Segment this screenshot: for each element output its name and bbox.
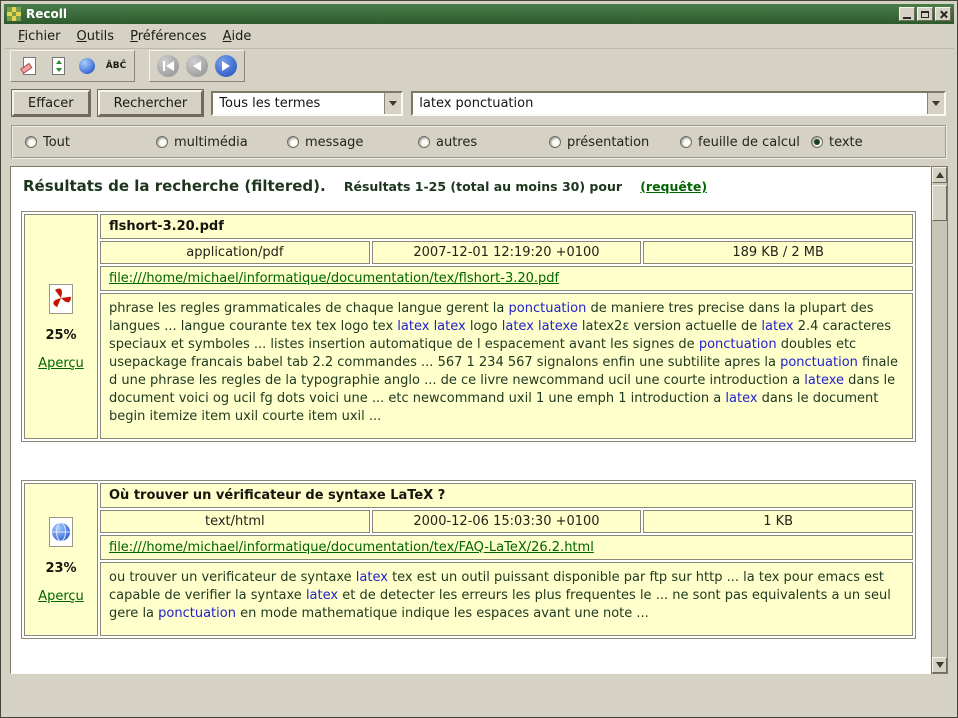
minimize-button[interactable] xyxy=(899,7,915,21)
radio-icon[interactable] xyxy=(418,136,430,148)
result-size: 189 KB / 2 MB xyxy=(643,241,913,264)
close-icon xyxy=(939,10,948,19)
menu-aide[interactable]: Aide xyxy=(215,26,260,47)
blue-globe-icon[interactable] xyxy=(74,53,100,79)
result-item-1: 25% Aperçu flshort-3.20.pdf application/… xyxy=(21,211,916,442)
result-url-link[interactable]: file:///home/michael/informatique/docume… xyxy=(109,540,594,555)
recoll-app-icon xyxy=(7,7,21,21)
sort-by-dates-icon[interactable] xyxy=(45,53,71,79)
result-item-2: 23% Aperçu Où trouver un vérificateur de… xyxy=(21,480,916,639)
result-date: 2000-12-06 15:03:30 +0100 xyxy=(372,510,642,533)
vertical-scrollbar[interactable] xyxy=(931,166,948,674)
filter-presentation[interactable]: présentation xyxy=(549,135,680,150)
scrollbar-thumb[interactable] xyxy=(932,185,947,221)
scroll-down-icon[interactable] xyxy=(932,657,947,673)
statusbar xyxy=(4,674,954,714)
filter-feuille-de-calcul[interactable]: feuille de calcul xyxy=(680,135,811,150)
query-link[interactable]: (requête) xyxy=(640,179,707,194)
search-mode-value: Tous les termes xyxy=(213,96,384,111)
result-abstract: ou trouver un verificateur de syntaxe la… xyxy=(100,562,913,636)
toolbar-tools-group: ÂBĈ xyxy=(10,50,135,82)
titlebar[interactable]: Recoll xyxy=(4,4,954,24)
filter-texte[interactable]: texte xyxy=(811,135,863,150)
next-page-icon[interactable] xyxy=(213,53,239,79)
term-explorer-icon[interactable]: ÂBĈ xyxy=(103,53,129,79)
result-side-panel: 23% Aperçu xyxy=(24,483,98,636)
close-button[interactable] xyxy=(935,7,951,21)
results-region: Résultats de la recherche (filtered). Ré… xyxy=(10,166,948,674)
result-size: 1 KB xyxy=(643,510,913,533)
preview-link[interactable]: Aperçu xyxy=(38,589,84,604)
first-page-icon[interactable] xyxy=(155,53,181,79)
radio-icon[interactable] xyxy=(25,136,37,148)
minimize-icon xyxy=(903,17,911,19)
scroll-up-icon[interactable] xyxy=(932,167,947,183)
result-abstract: phrase les regles grammaticales de chaqu… xyxy=(100,293,913,439)
radio-icon[interactable] xyxy=(680,136,692,148)
doctype-filterbar: Tout multimédia message autres présentat… xyxy=(11,125,947,159)
radio-icon[interactable] xyxy=(549,136,561,148)
chevron-down-icon[interactable] xyxy=(927,93,944,114)
menubar: Fichier Outils Préférences Aide xyxy=(4,24,954,48)
result-title: Où trouver un vérificateur de syntaxe La… xyxy=(100,483,913,508)
scrollbar-track[interactable] xyxy=(932,183,947,657)
clear-search-icon[interactable] xyxy=(16,53,42,79)
results-summary: Résultats 1-25 (total au moins 30) pour xyxy=(344,179,622,194)
result-side-panel: 25% Aperçu xyxy=(24,214,98,439)
search-button[interactable]: Rechercher xyxy=(98,90,204,116)
chevron-down-icon[interactable] xyxy=(384,93,401,114)
search-mode-combobox[interactable]: Tous les termes xyxy=(211,91,403,116)
result-url-link[interactable]: file:///home/michael/informatique/docume… xyxy=(109,271,559,286)
relevance-percent: 25% xyxy=(45,328,76,343)
filter-message[interactable]: message xyxy=(287,135,418,150)
pdf-file-icon xyxy=(46,283,76,315)
search-query-input[interactable] xyxy=(413,93,927,114)
term-explorer-label: ÂBĈ xyxy=(106,61,126,71)
result-mimetype: application/pdf xyxy=(100,241,370,264)
radio-icon[interactable] xyxy=(811,136,823,148)
filter-tout[interactable]: Tout xyxy=(25,135,156,150)
search-query-combobox xyxy=(411,91,946,116)
preview-link[interactable]: Aperçu xyxy=(38,356,84,371)
result-date: 2007-12-01 12:19:20 +0100 xyxy=(372,241,642,264)
result-mimetype: text/html xyxy=(100,510,370,533)
html-file-icon xyxy=(46,516,76,548)
maximize-button[interactable] xyxy=(917,7,933,21)
menu-fichier[interactable]: Fichier xyxy=(10,26,69,47)
results-heading: Résultats de la recherche (filtered). xyxy=(23,177,326,195)
results-header: Résultats de la recherche (filtered). Ré… xyxy=(23,177,922,195)
relevance-percent: 23% xyxy=(45,561,76,576)
filter-multimedia[interactable]: multimédia xyxy=(156,135,287,150)
radio-icon[interactable] xyxy=(156,136,168,148)
filter-autres[interactable]: autres xyxy=(418,135,549,150)
toolbar-nav-group xyxy=(149,50,245,82)
window-title: Recoll xyxy=(26,7,899,21)
recoll-window: Recoll Fichier Outils Préférences Aide xyxy=(0,0,958,718)
clear-button[interactable]: Effacer xyxy=(12,90,90,116)
maximize-icon xyxy=(921,11,929,18)
radio-icon[interactable] xyxy=(287,136,299,148)
menu-preferences[interactable]: Préférences xyxy=(122,26,214,47)
search-controls: Effacer Rechercher Tous les termes xyxy=(12,90,946,116)
result-title: flshort-3.20.pdf xyxy=(100,214,913,239)
menu-outils[interactable]: Outils xyxy=(69,26,123,47)
previous-page-icon[interactable] xyxy=(184,53,210,79)
toolbar: ÂBĈ xyxy=(4,48,954,82)
results-panel: Résultats de la recherche (filtered). Ré… xyxy=(10,166,931,674)
